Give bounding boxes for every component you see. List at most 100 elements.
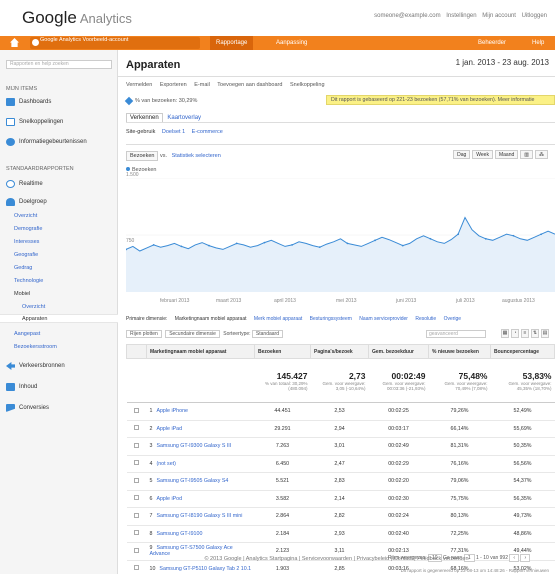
checkbox[interactable] <box>134 495 139 501</box>
sidebar-sub-geografie[interactable]: Geografie <box>14 252 38 258</box>
motion-chart-icon[interactable]: ⁂ <box>535 150 548 159</box>
metric-select[interactable]: Bezoeken <box>126 151 159 161</box>
checkbox[interactable] <box>134 512 139 518</box>
row-checkbox[interactable] <box>126 402 147 421</box>
sidebar-sub-interesses[interactable]: Interesses <box>14 239 39 245</box>
sidebar-item-conversies[interactable]: Conversies <box>6 404 49 412</box>
data-point[interactable] <box>291 243 293 246</box>
data-point[interactable] <box>374 239 376 242</box>
data-point[interactable] <box>318 246 321 249</box>
row-name-text[interactable]: (not set) <box>156 461 175 467</box>
row-name-text[interactable]: Samsung GT-I9100 <box>156 531 202 537</box>
toolbar-snelkoppeling[interactable]: Snelkoppeling <box>290 82 325 88</box>
data-point[interactable] <box>263 241 266 244</box>
checkbox[interactable] <box>134 460 139 466</box>
checkbox[interactable] <box>134 477 139 483</box>
dim-marketingnaam[interactable]: Marketingnaam mobiel apparaat <box>175 316 247 322</box>
sidebar-sub-technologie[interactable]: Technologie <box>14 278 43 284</box>
pie-view-icon[interactable]: ◔ <box>511 329 519 338</box>
nav-help[interactable]: Help <box>532 36 544 50</box>
table-view-icon[interactable]: ▦ <box>501 329 509 338</box>
btn-maand[interactable]: Maand <box>494 150 519 159</box>
table-row[interactable]: 4 (not set) 6.450 2,47 00:02:29 76,16% 56,56% <box>126 455 555 473</box>
row-checkbox[interactable] <box>126 455 147 473</box>
sidebar-item-snelkoppelingen[interactable]: Snelkoppelingen <box>6 118 63 126</box>
tab-aanpassing[interactable]: Aanpassing <box>270 36 313 50</box>
sidebar-item-informatiegebeurtenissen[interactable]: Informatiegebeurtenissen <box>6 138 87 146</box>
row-name-text[interactable]: Samsung GT-I8190 Galaxy S III mini <box>156 513 242 519</box>
tab-ecommerce[interactable]: E-commerce <box>192 129 223 135</box>
table-row[interactable]: 7 Samsung GT-I8190 Galaxy S III mini 2.864… <box>126 507 555 526</box>
row-checkbox[interactable] <box>126 490 147 508</box>
table-header-pps[interactable]: Pagina's/bezoek <box>310 344 369 359</box>
data-point[interactable] <box>512 234 515 237</box>
sidebar-sub-aangepast[interactable]: Aangepast <box>14 331 40 337</box>
google-analytics-logo[interactable]: Google Analytics <box>22 8 132 28</box>
row-checkbox[interactable] <box>126 525 147 543</box>
checkbox[interactable] <box>134 442 139 448</box>
tab-rapportage[interactable]: Rapportage <box>210 36 254 50</box>
table-row[interactable]: 3 Samsung GT-I9300 Galaxy S III 7.263 3,01 0… <box>126 437 555 456</box>
sidebar-item-inhoud[interactable]: Inhoud <box>6 383 37 391</box>
tab-verkennen[interactable]: Verkennen <box>126 113 163 122</box>
dim-overige[interactable]: Overige <box>444 316 462 322</box>
table-search-input[interactable]: geavanceerd <box>426 330 486 338</box>
tab-sitegebruik[interactable]: Site-gebruik <box>126 129 155 135</box>
data-point[interactable] <box>208 244 210 247</box>
row-device-name[interactable]: 7 Samsung GT-I8190 Galaxy S III mini <box>146 507 255 526</box>
select-metric-link[interactable]: Statistiek selecteren <box>172 153 221 159</box>
sidebar-sub-gedrag[interactable]: Gedrag <box>14 265 32 271</box>
btn-week[interactable]: Week <box>472 150 493 159</box>
sidebar-item-dashboards[interactable]: Dashboards <box>6 98 51 106</box>
table-row[interactable]: 8 Samsung GT-I9100 2.184 2,93 00:02:40 72,25%… <box>126 525 555 543</box>
compare-view-icon[interactable]: ⇅ <box>531 329 539 338</box>
data-point[interactable] <box>484 237 487 240</box>
row-device-name[interactable]: 8 Samsung GT-I9100 <box>146 525 255 543</box>
row-name-text[interactable]: Apple iPhone <box>156 408 188 414</box>
top-link-logout[interactable]: Uitloggen <box>522 13 547 19</box>
dim-serviceprovider[interactable]: Naam serviceprovider <box>359 316 408 322</box>
pivot-view-icon[interactable]: ▤ <box>541 329 549 338</box>
home-icon[interactable] <box>10 38 19 47</box>
sidebar-sub-bezoekersstroom[interactable]: Bezoekersstroom <box>14 344 57 350</box>
checkbox[interactable] <box>134 425 139 431</box>
sidebar-item-doelgroep[interactable]: Doelgroep <box>6 198 47 206</box>
row-checkbox[interactable] <box>126 472 147 491</box>
checkbox[interactable] <box>134 530 139 536</box>
sidebar-sub-mobiel[interactable]: Mobiel <box>14 291 30 297</box>
sidebar-sub-overzicht[interactable]: Overzicht <box>14 213 37 219</box>
row-checkbox[interactable] <box>126 437 147 456</box>
toolbar-exporteren[interactable]: Exporteren <box>160 82 187 88</box>
line-chart-icon[interactable]: ▥ <box>520 150 533 159</box>
row-device-name[interactable]: 1 Apple iPhone <box>146 402 255 421</box>
row-name-text[interactable]: Samsung GT-I9505 Galaxy S4 <box>156 478 228 484</box>
sidebar-sub-mobiel-overzicht[interactable]: Overzicht <box>22 304 45 310</box>
visits-line-chart[interactable] <box>126 178 555 310</box>
row-device-name[interactable]: 10 Samsung GT-P5110 Galaxy Tab 2 10.1 <box>146 560 255 574</box>
sort-type-select[interactable]: Standaard <box>251 330 283 338</box>
tab-doelset[interactable]: Doelset 1 <box>162 129 185 135</box>
account-selector[interactable]: Google Analytics Voorbeeld-account <box>30 37 200 49</box>
data-point[interactable] <box>152 243 155 246</box>
plot-rows-button[interactable]: Rijen plotten <box>126 330 162 338</box>
row-device-name[interactable]: 5 Samsung GT-I9505 Galaxy S4 <box>146 472 255 491</box>
row-name-text[interactable]: Samsung GT-P5110 Galaxy Tab 2 10.1 <box>159 566 251 572</box>
top-link-myaccount[interactable]: Mijn account <box>482 13 516 19</box>
top-link-settings[interactable]: Instellingen <box>446 13 476 19</box>
sidebar-item-realtime[interactable]: Realtime <box>6 180 43 188</box>
data-point[interactable] <box>235 242 238 245</box>
data-point[interactable] <box>429 237 432 240</box>
data-point[interactable] <box>180 245 183 248</box>
toolbar-vermelden[interactable]: Vermelden <box>126 82 152 88</box>
row-checkbox[interactable] <box>126 560 147 574</box>
table-header-visits[interactable]: Bezoeken <box>254 344 311 359</box>
bar-view-icon[interactable]: ≡ <box>521 329 529 338</box>
top-link-account[interactable]: someone@example.com <box>374 13 440 19</box>
data-point[interactable] <box>401 244 404 247</box>
table-header-newvisits[interactable]: % nieuwe bezoeken <box>428 344 491 359</box>
sidebar-sub-demografie[interactable]: Demografie <box>14 226 42 232</box>
nav-beheerder[interactable]: Beheerder <box>478 36 506 50</box>
checkbox[interactable] <box>134 565 139 571</box>
tab-kaartoverlay[interactable]: Kaartoverlay <box>164 114 204 122</box>
row-name-text[interactable]: Apple iPad <box>156 426 182 432</box>
